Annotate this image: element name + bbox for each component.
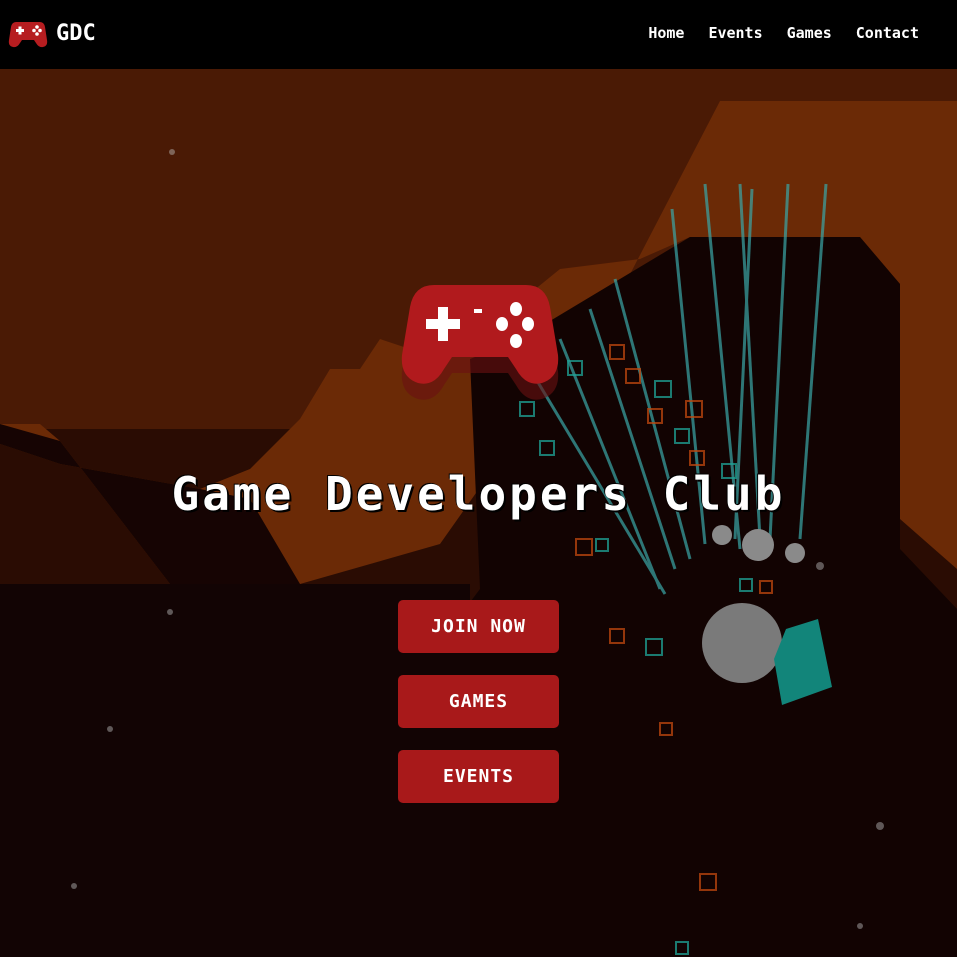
events-button[interactable]: EVENTS bbox=[398, 750, 559, 803]
brand-link[interactable]: GDC bbox=[8, 15, 96, 51]
gamepad-icon bbox=[401, 285, 559, 400]
nav-link-home[interactable]: Home bbox=[648, 22, 684, 44]
brand-text: GDC bbox=[56, 20, 96, 46]
nav-link-contact[interactable]: Contact bbox=[856, 22, 919, 44]
gamepad-icon bbox=[8, 22, 48, 48]
nav-link-games[interactable]: Games bbox=[787, 22, 832, 44]
games-button[interactable]: GAMES bbox=[398, 675, 559, 728]
nav-links: Home Events Games Contact bbox=[648, 22, 919, 44]
hero-section: Game Developers Club JOIN NOW GAMES EVEN… bbox=[0, 69, 957, 957]
nav-link-events[interactable]: Events bbox=[708, 22, 762, 44]
hero-title: Game Developers Club bbox=[171, 467, 786, 521]
navbar: GDC Home Events Games Contact bbox=[0, 0, 957, 69]
join-now-button[interactable]: JOIN NOW bbox=[398, 600, 559, 653]
